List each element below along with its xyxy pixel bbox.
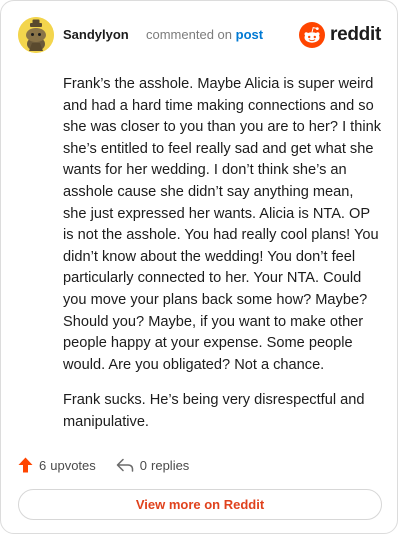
comment-meta: commented on post <box>146 27 263 42</box>
reply-arrow-icon <box>116 458 134 472</box>
reply-label: replies <box>151 457 190 473</box>
post-link[interactable]: post <box>236 27 263 42</box>
upvote-arrow-icon <box>18 457 33 473</box>
reply-button[interactable]: 0 replies <box>116 457 190 473</box>
comment-author[interactable]: Sandylyon <box>63 27 129 42</box>
upvote-button[interactable]: 6 upvotes <box>18 457 96 473</box>
comment-paragraph-2: Frank sucks. He’s being very disrespectf… <box>63 392 365 430</box>
upvote-label: upvotes <box>50 457 96 473</box>
view-more-on-reddit-button[interactable]: View more on Reddit <box>18 489 382 520</box>
comment-body: Frank’s the asshole. Maybe Alicia is sup… <box>63 74 381 448</box>
reddit-wordmark: reddit <box>330 24 381 45</box>
reddit-brand[interactable]: reddit <box>299 22 381 48</box>
comment-action-text: commented on <box>146 27 232 42</box>
snoo-avatar-icon <box>18 17 54 53</box>
comment-paragraph-1: Frank’s the asshole. Maybe Alicia is sup… <box>63 76 381 373</box>
comment-embed-card: Sandylyon commented on post reddit Frank… <box>0 0 398 534</box>
reply-count: 0 <box>139 457 148 473</box>
comment-actions: 6 upvotes 0 replies <box>18 455 209 475</box>
avatar[interactable] <box>18 17 54 53</box>
reddit-logo-icon <box>299 22 326 48</box>
comment-header: Sandylyon commented on post reddit <box>18 17 381 53</box>
upvote-count: 6 <box>39 457 47 473</box>
